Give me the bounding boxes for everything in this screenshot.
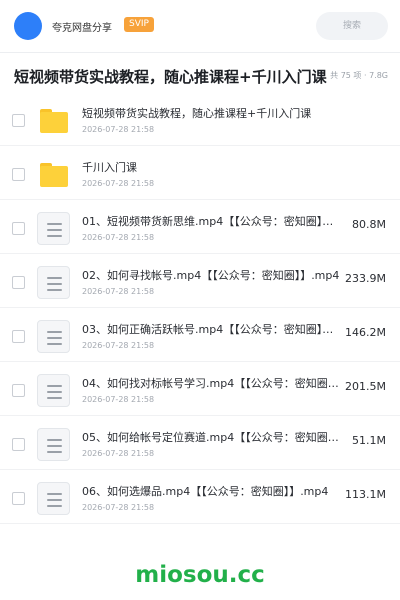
list-item[interactable]: 短视频带货实战教程，随心推课程+千川入门课 2026-07-28 21:58 [0, 92, 400, 146]
item-size: 233.9M [345, 272, 386, 285]
item-time: 2026-07-28 21:58 [82, 503, 155, 512]
item-name: 02、如何寻找帐号.mp4【【公众号：密知圈】】.mp4 [82, 269, 340, 282]
item-name: 01、短视频带货新思维.mp4【【公众号：密知圈】】.mp4 [82, 215, 344, 228]
item-checkbox[interactable] [12, 438, 25, 451]
item-name: 05、如何给帐号定位赛道.mp4【【公众号：密知圈】】.mp4 [82, 431, 344, 444]
avatar[interactable] [14, 12, 42, 40]
document-icon [37, 266, 70, 299]
item-size: 113.1M [345, 488, 386, 501]
list-item[interactable]: 05、如何给帐号定位赛道.mp4【【公众号：密知圈】】.mp4 2026-07-… [0, 416, 400, 470]
item-name: 千川入门课 [82, 161, 137, 174]
list-item[interactable]: 04、如何找对标帐号学习.mp4【【公众号：密知圈】】.mp4 2026-07-… [0, 362, 400, 416]
item-size: 51.1M [352, 434, 386, 447]
item-time: 2026-07-28 21:58 [82, 341, 155, 350]
site-watermark: miosou.cc [135, 562, 265, 588]
item-name: 04、如何找对标帐号学习.mp4【【公众号：密知圈】】.mp4 [82, 377, 344, 390]
list-item[interactable]: 千川入门课 2026-07-28 21:58 [0, 146, 400, 200]
share-stats: 共 75 项 · 7.8G [330, 71, 388, 80]
item-size: 201.5M [345, 380, 386, 393]
list-item[interactable]: 06、如何选爆品.mp4【【公众号：密知圈】】.mp4 2026-07-28 2… [0, 470, 400, 524]
item-checkbox[interactable] [12, 168, 25, 181]
list-item[interactable]: 01、短视频带货新思维.mp4【【公众号：密知圈】】.mp4 2026-07-2… [0, 200, 400, 254]
item-time: 2026-07-28 21:58 [82, 287, 155, 296]
list-item[interactable]: 02、如何寻找帐号.mp4【【公众号：密知圈】】.mp4 2026-07-28 … [0, 254, 400, 308]
item-checkbox[interactable] [12, 276, 25, 289]
item-time: 2026-07-28 21:58 [82, 449, 155, 458]
item-checkbox[interactable] [12, 222, 25, 235]
item-checkbox[interactable] [12, 492, 25, 505]
folder-icon [40, 163, 68, 187]
search-input[interactable]: 搜索 [316, 12, 388, 40]
item-name: 06、如何选爆品.mp4【【公众号：密知圈】】.mp4 [82, 485, 329, 498]
document-icon [37, 374, 70, 407]
item-time: 2026-07-28 21:58 [82, 395, 155, 404]
svip-badge: SVIP [124, 17, 154, 32]
item-checkbox[interactable] [12, 384, 25, 397]
header-divider [0, 52, 400, 53]
item-checkbox[interactable] [12, 114, 25, 127]
item-time: 2026-07-28 21:58 [82, 125, 155, 134]
item-checkbox[interactable] [12, 330, 25, 343]
page-title: 短视频带货实战教程，随心推课程+千川入门课 [14, 68, 327, 86]
item-size: 80.8M [352, 218, 386, 231]
document-icon [37, 482, 70, 515]
list-item[interactable]: 03、如何正确活跃帐号.mp4【【公众号：密知圈】】.mp4 2026-07-2… [0, 308, 400, 362]
folder-icon [40, 109, 68, 133]
document-icon [37, 320, 70, 353]
file-list: 短视频带货实战教程，随心推课程+千川入门课 2026-07-28 21:58 千… [0, 92, 400, 524]
share-header: 夸克网盘分享 SVIP 搜索 [0, 0, 400, 52]
share-owner-name: 夸克网盘分享 [52, 23, 112, 34]
item-time: 2026-07-28 21:58 [82, 233, 155, 242]
item-name: 短视频带货实战教程，随心推课程+千川入门课 [82, 107, 312, 120]
item-name: 03、如何正确活跃帐号.mp4【【公众号：密知圈】】.mp4 [82, 323, 344, 336]
document-icon [37, 428, 70, 461]
document-icon [37, 212, 70, 245]
item-time: 2026-07-28 21:58 [82, 179, 155, 188]
item-size: 146.2M [345, 326, 386, 339]
